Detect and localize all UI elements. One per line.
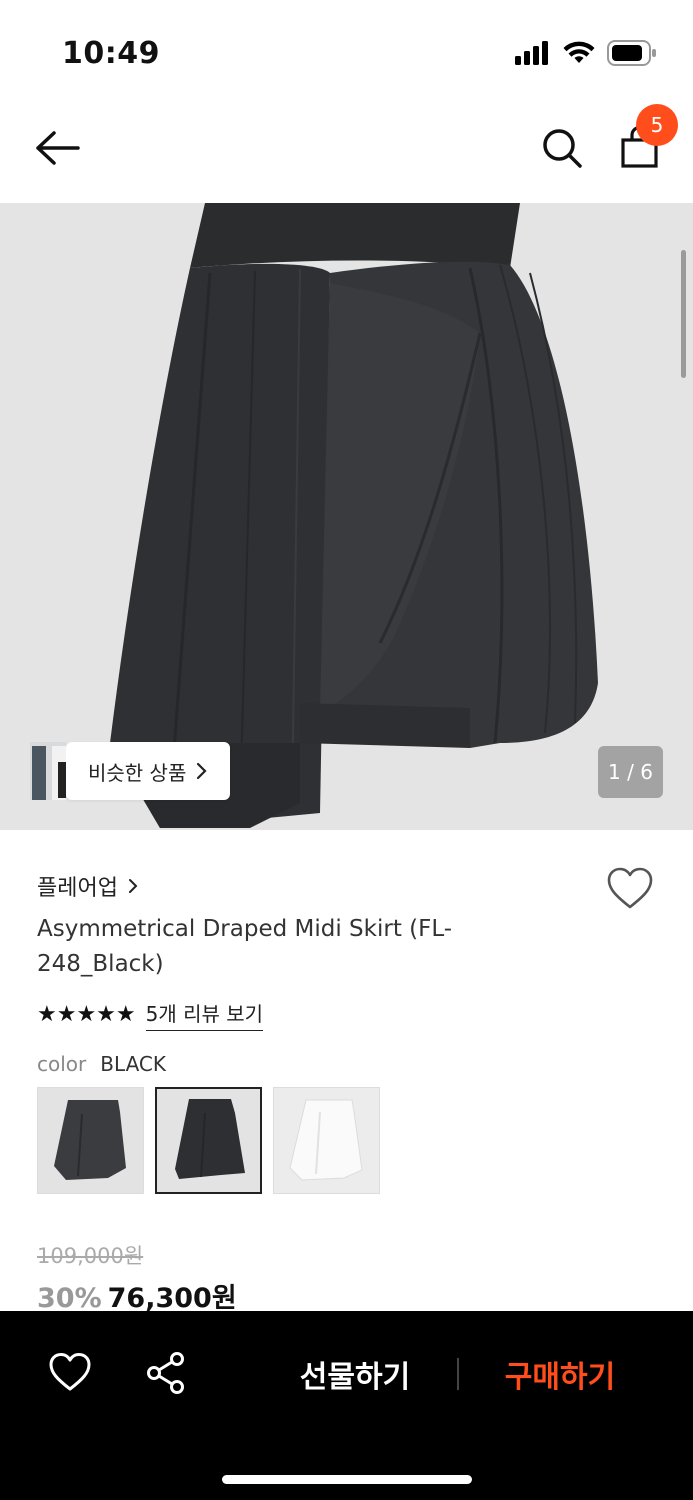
sale-price: 76,300원 bbox=[107, 1283, 237, 1314]
gift-button[interactable]: 선물하기 bbox=[280, 1349, 430, 1399]
chevron-right-icon bbox=[197, 762, 207, 780]
brand-link[interactable]: 플레어업 bbox=[37, 870, 140, 902]
bottom-wishlist-button[interactable] bbox=[48, 1351, 92, 1395]
status-time: 10:49 bbox=[62, 36, 160, 71]
similar-products-label-box[interactable]: 비슷한 상품 bbox=[66, 742, 231, 800]
arrow-left-icon bbox=[36, 131, 80, 165]
back-button[interactable] bbox=[34, 128, 84, 168]
search-button[interactable] bbox=[540, 126, 584, 170]
wishlist-button[interactable] bbox=[606, 866, 654, 912]
wifi-icon bbox=[563, 41, 595, 63]
swatch-image bbox=[274, 1088, 379, 1193]
top-nav bbox=[0, 100, 693, 203]
home-indicator[interactable] bbox=[222, 1475, 472, 1484]
swatch-image bbox=[157, 1089, 260, 1192]
status-icons bbox=[515, 40, 657, 66]
color-value: BLACK bbox=[100, 1052, 166, 1076]
cart-count-badge: 5 bbox=[636, 104, 678, 146]
share-icon bbox=[147, 1352, 184, 1394]
rating-stars: ★★★★★ bbox=[37, 1002, 136, 1027]
skirt-product-photo bbox=[110, 203, 598, 829]
product-image-carousel[interactable] bbox=[0, 203, 693, 830]
product-name: Asymmetrical Draped Midi Skirt (FL-248_B… bbox=[37, 916, 453, 977]
buy-button[interactable]: 구매하기 bbox=[485, 1349, 635, 1399]
swatch-image bbox=[38, 1088, 143, 1193]
similar-products-label: 비슷한 상품 bbox=[88, 760, 187, 785]
status-bar: 10:49 bbox=[0, 0, 693, 100]
original-price: 109,000원 bbox=[37, 1244, 144, 1268]
search-icon bbox=[543, 129, 582, 168]
heart-outline-icon bbox=[607, 867, 653, 909]
heart-outline-icon bbox=[49, 1353, 91, 1391]
color-swatch-white[interactable] bbox=[273, 1087, 380, 1194]
share-button[interactable] bbox=[145, 1351, 187, 1395]
price-row: 30% 76,300원 bbox=[37, 1276, 237, 1315]
discount-rate: 30% bbox=[37, 1283, 102, 1314]
chevron-right-icon bbox=[128, 879, 138, 893]
divider bbox=[457, 1358, 459, 1390]
color-label: color bbox=[37, 1052, 87, 1076]
battery-icon bbox=[607, 40, 656, 66]
color-swatch-black-2[interactable] bbox=[155, 1087, 262, 1194]
rating-row: ★★★★★ 5개 리뷰 보기 bbox=[37, 998, 264, 1031]
similar-product-thumbnail bbox=[30, 742, 66, 800]
color-row: color BLACK bbox=[37, 1052, 166, 1076]
similar-products-button[interactable]: 비슷한 상품 bbox=[30, 742, 231, 800]
bottom-action-bar: 선물하기 구매하기 bbox=[0, 1311, 693, 1500]
color-swatches bbox=[37, 1087, 380, 1194]
color-swatch-black-1[interactable] bbox=[37, 1087, 144, 1194]
review-link[interactable]: 5개 리뷰 보기 bbox=[145, 998, 264, 1031]
cellular-signal-icon bbox=[515, 41, 548, 65]
image-counter: 1 / 6 bbox=[598, 746, 663, 798]
brand-name: 플레어업 bbox=[37, 876, 118, 901]
scroll-indicator[interactable] bbox=[681, 250, 686, 378]
similar-thumbnail-image bbox=[30, 742, 66, 800]
